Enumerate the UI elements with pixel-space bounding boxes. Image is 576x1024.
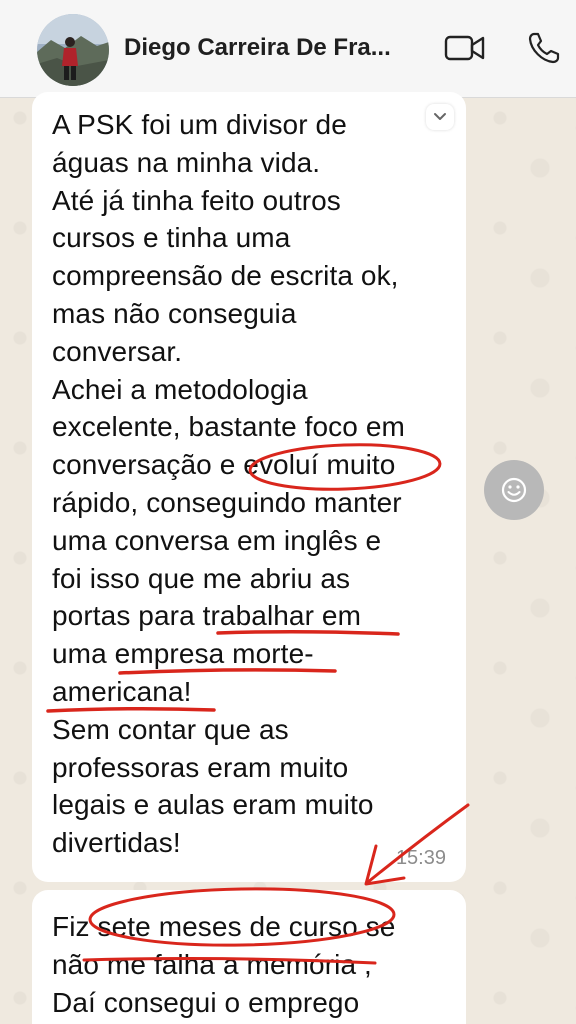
chevron-down-icon: [434, 113, 446, 120]
message-text: Fiz sete meses de curso se não me falha …: [52, 911, 396, 1018]
avatar[interactable]: [37, 14, 109, 86]
message-timestamp: 15:39: [395, 847, 446, 869]
chat-header: Diego Carreira De Fra...: [0, 0, 576, 98]
video-call-icon: [444, 35, 485, 61]
phone-icon: [528, 32, 560, 64]
message-text: A PSK foi um divisor de águas na minha v…: [52, 109, 405, 859]
message-menu-button[interactable]: [426, 104, 454, 130]
message-bubble[interactable]: A PSK foi um divisor de águas na minha v…: [32, 92, 466, 882]
message-bubble[interactable]: Fiz sete meses de curso se não me falha …: [32, 890, 466, 1024]
smiley-icon: [501, 477, 527, 503]
reaction-button[interactable]: [484, 460, 544, 520]
voice-call-button[interactable]: [526, 30, 562, 66]
contact-name[interactable]: Diego Carreira De Fra...: [124, 34, 424, 62]
video-call-button[interactable]: [444, 33, 486, 63]
